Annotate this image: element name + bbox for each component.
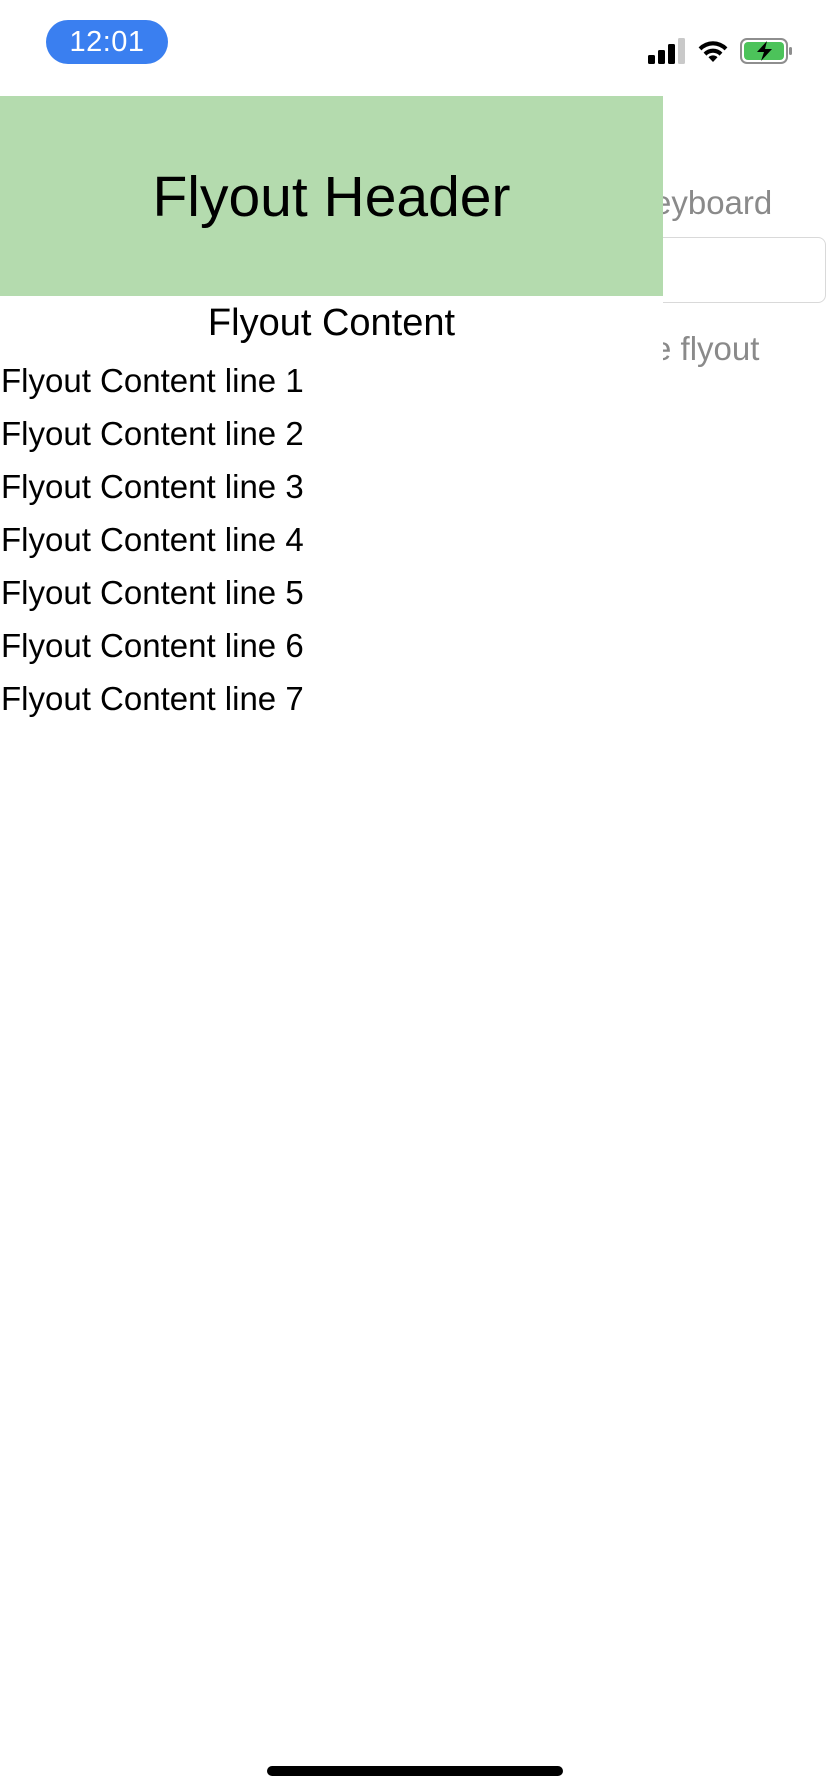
flyout-content-line: Flyout Content line 6 [1, 627, 304, 664]
flyout-content-line: Flyout Content line 3 [1, 468, 304, 505]
flyout-content-line: Flyout Content line 5 [1, 574, 304, 611]
home-indicator[interactable] [267, 1766, 563, 1776]
status-time: 12:01 [46, 20, 168, 64]
flyout-content-line: Flyout Content line 7 [1, 680, 304, 717]
flyout-content-title: Flyout Content [207, 302, 456, 344]
flyout-panel[interactable]: Flyout Header Flyout Content Flyout Cont… [0, 96, 663, 1792]
status-icons [648, 36, 794, 66]
flyout-content-line: Flyout Content line 1 [1, 362, 304, 399]
cellular-signal-icon [648, 38, 685, 64]
flyout-header-title: Flyout Header [152, 165, 511, 229]
flyout-content-line: Flyout Content line 2 [1, 415, 304, 452]
flyout-content-line: Flyout Content line 4 [1, 521, 304, 558]
wifi-icon [698, 41, 728, 62]
underlying-hint: e flyout [653, 330, 760, 367]
flyout-header: Flyout Header [0, 96, 663, 296]
flyout-content-list: Flyout Content line 1 Flyout Content lin… [0, 354, 663, 725]
battery-charging-icon [740, 38, 792, 64]
underlying-label: eyboard [653, 184, 773, 221]
